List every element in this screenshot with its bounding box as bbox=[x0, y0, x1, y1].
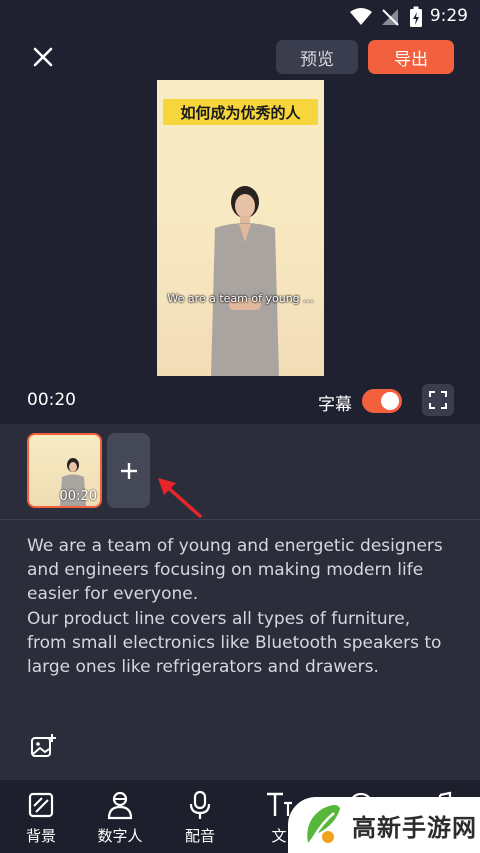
watermark-text: 高新手游网 bbox=[352, 813, 477, 842]
preview-button[interactable]: 预览 bbox=[276, 40, 358, 74]
status-bar: 9:29 bbox=[0, 0, 480, 34]
caption-label: 字幕 bbox=[318, 395, 352, 415]
add-clip-button[interactable] bbox=[107, 433, 150, 508]
fullscreen-icon bbox=[429, 391, 447, 409]
clip-duration: 00:20 bbox=[59, 489, 97, 504]
no-signal-icon bbox=[382, 9, 399, 26]
wifi-icon bbox=[350, 8, 372, 25]
digital-human-icon bbox=[107, 791, 133, 820]
close-icon[interactable] bbox=[30, 44, 56, 70]
status-time: 9:29 bbox=[429, 6, 468, 26]
tool-label: 数字人 bbox=[97, 827, 143, 845]
video-preview[interactable]: 如何成为优秀的人 We are a team of young ... bbox=[157, 80, 324, 376]
export-button[interactable]: 导出 bbox=[368, 40, 454, 74]
tool-label: 配音 bbox=[184, 827, 215, 845]
video-title-banner: 如何成为优秀的人 bbox=[163, 99, 318, 125]
add-image-icon[interactable] bbox=[30, 733, 56, 759]
video-subtitle: We are a team of young ... bbox=[167, 292, 314, 305]
tool-label: 背景 bbox=[25, 827, 56, 845]
red-arrow-annotation bbox=[158, 478, 202, 518]
tool-background[interactable]: 背景 bbox=[6, 790, 76, 846]
script-line: We are a team of young and energetic des… bbox=[27, 536, 443, 605]
watermark-logo-icon bbox=[307, 805, 340, 843]
tool-voiceover[interactable]: 配音 bbox=[165, 790, 235, 846]
presenter-figure bbox=[211, 186, 279, 376]
microphone-icon bbox=[189, 790, 211, 819]
background-icon bbox=[28, 792, 54, 818]
fullscreen-button[interactable] bbox=[422, 384, 454, 416]
clip-thumbnail[interactable]: 00:20 bbox=[27, 433, 102, 508]
panel-divider bbox=[0, 519, 480, 520]
site-watermark: 高新手游网 bbox=[288, 797, 480, 853]
battery-charging-icon bbox=[410, 6, 422, 27]
plus-icon bbox=[120, 462, 137, 479]
script-text-editor[interactable]: We are a team of young and energetic des… bbox=[27, 534, 452, 679]
current-time: 00:20 bbox=[27, 390, 76, 410]
toggle-knob bbox=[381, 392, 399, 410]
script-line: Our product line covers all types of fur… bbox=[27, 608, 442, 678]
tool-digital-human[interactable]: 数字人 bbox=[85, 790, 155, 846]
caption-toggle[interactable] bbox=[362, 389, 402, 413]
